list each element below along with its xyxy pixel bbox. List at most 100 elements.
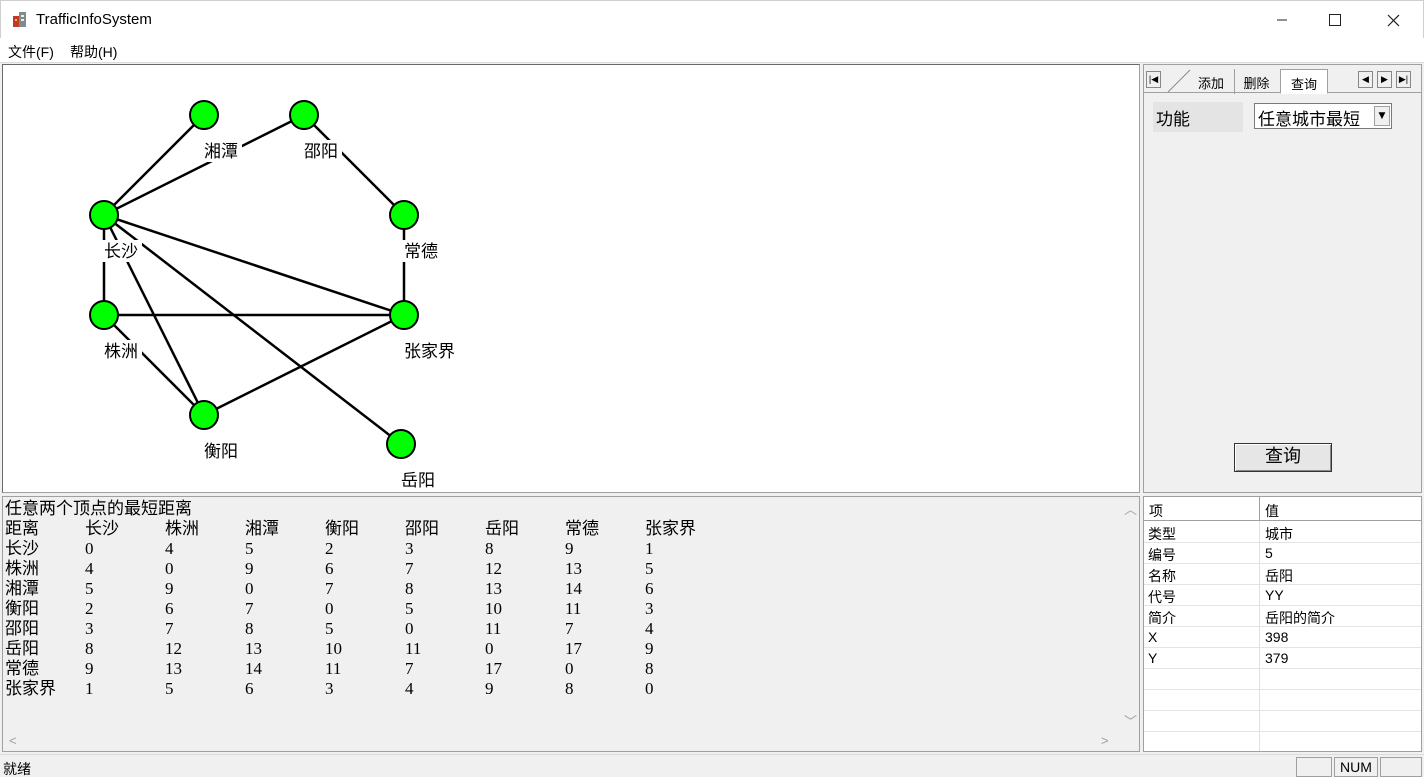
property-value[interactable]: 城市 <box>1265 524 1293 544</box>
scroll-up-icon[interactable]: ︿ <box>1124 499 1137 518</box>
window-title: TrafficInfoSystem <box>36 11 152 28</box>
row-label: 株洲 <box>5 559 39 579</box>
city-graph[interactable]: 湘潭 邵阳 长沙 常德 株洲 张家界 衡阳 岳阳 <box>3 65 1139 492</box>
node-changde[interactable] <box>389 200 419 230</box>
distance-cell: 9 <box>165 579 174 598</box>
property-row[interactable]: Y 379 <box>1144 648 1421 669</box>
maximize-button[interactable] <box>1307 1 1363 39</box>
chevron-down-icon[interactable]: ▼ <box>1374 106 1390 126</box>
result-row: 长沙 0 4 5 2 3 8 9 1 <box>5 539 654 559</box>
distance-cell: 12 <box>485 559 502 578</box>
property-row[interactable]: 编号 5 <box>1144 543 1421 564</box>
result-row: 湘潭 5 9 0 7 8 13 14 6 <box>5 579 654 599</box>
node-zhuzhou[interactable] <box>89 300 119 330</box>
distance-cell: 17 <box>485 659 502 678</box>
property-value[interactable]: 岳阳的简介 <box>1265 608 1335 628</box>
property-key: X <box>1148 629 1158 645</box>
property-row[interactable]: 名称 岳阳 <box>1144 564 1421 585</box>
graph-nodes[interactable] <box>89 100 419 459</box>
node-zhangjiajie[interactable] <box>389 300 419 330</box>
tab-add[interactable]: 添加 <box>1190 69 1232 94</box>
property-row[interactable]: 代号 YY <box>1144 585 1421 606</box>
property-key: 类型 <box>1148 526 1176 542</box>
node-yueyang[interactable] <box>386 429 416 459</box>
tab-strip: |◀ 添加 删除 查询 ◀ ▶ ▶| <box>1144 67 1421 94</box>
distance-cell: 0 <box>245 579 254 598</box>
edge-xiangtan-changsha <box>103 114 205 216</box>
edge-hengyang-zhangjiajie <box>203 313 405 417</box>
node-label: 湘潭 <box>204 142 238 162</box>
function-select[interactable]: 任意城市最短 ▼ <box>1254 103 1392 129</box>
tab-first-button[interactable]: |◀ <box>1146 71 1161 88</box>
result-row: 张家界 1 5 6 3 4 9 8 0 <box>5 679 654 699</box>
property-value[interactable]: 岳阳 <box>1265 566 1293 586</box>
property-row[interactable]: 类型 城市 <box>1144 522 1421 543</box>
menu-help[interactable]: 帮助(H) <box>70 42 117 62</box>
scroll-down-icon[interactable]: ﹀ <box>1124 711 1137 730</box>
property-value[interactable]: 379 <box>1265 650 1288 666</box>
header-divider[interactable] <box>1259 497 1260 521</box>
distance-cell: 8 <box>245 619 254 638</box>
row-label: 衡阳 <box>5 599 39 619</box>
distance-cell: 5 <box>85 579 94 598</box>
distance-cell: 10 <box>325 639 342 658</box>
minimize-button[interactable] <box>1254 1 1310 39</box>
row-label: 常德 <box>5 659 39 679</box>
distance-cell: 0 <box>85 539 94 558</box>
row-label: 湘潭 <box>5 579 39 599</box>
distance-cell: 13 <box>245 639 262 658</box>
distance-cell: 张家界 <box>645 519 696 539</box>
distance-cell: 4 <box>165 539 174 558</box>
row-label: 张家界 <box>5 679 56 699</box>
property-value[interactable]: 5 <box>1265 545 1273 561</box>
status-indicator-scrl <box>1380 757 1422 777</box>
query-button[interactable]: 查询 <box>1234 443 1332 472</box>
result-row: 邵阳 3 7 8 5 0 11 7 4 <box>5 619 654 639</box>
distance-cell: 3 <box>645 599 654 618</box>
edge-changsha-zhangjiajie <box>103 213 405 317</box>
property-row[interactable]: 简介 岳阳的简介 <box>1144 606 1421 627</box>
tab-prev-button[interactable]: ◀ <box>1358 71 1373 88</box>
distance-cell: 8 <box>565 679 574 698</box>
result-row: 株洲 4 0 9 6 7 12 13 5 <box>5 559 654 579</box>
node-xiangtan[interactable] <box>189 100 219 130</box>
property-value[interactable]: 398 <box>1265 629 1288 645</box>
node-hengyang[interactable] <box>189 400 219 430</box>
result-output[interactable]: 任意两个顶点的最短距离 距离 长沙 株洲 湘潭 衡阳 邵阳 岳阳 常德 张家界 长沙 0 4 5 2 3 8 9… <box>2 496 1140 752</box>
row-label: 邵阳 <box>5 619 39 639</box>
tab-last-button[interactable]: ▶| <box>1396 71 1411 88</box>
property-value[interactable]: YY <box>1265 587 1284 603</box>
distance-cell: 9 <box>565 539 574 558</box>
tab-query[interactable]: 查询 <box>1280 69 1328 94</box>
scroll-left-icon[interactable]: < <box>9 733 17 748</box>
menu-file[interactable]: 文件(F) <box>8 42 54 62</box>
node-shaoyang[interactable] <box>289 100 319 130</box>
vertical-scrollbar[interactable]: ︿ ﹀ <box>1119 497 1139 735</box>
scroll-right-icon[interactable]: > <box>1101 733 1109 748</box>
property-grid: 项 值 类型 城市 编号 5 名称 岳阳 代号 YY 简介 岳阳的简介 X 398 Y 379 <box>1143 496 1422 752</box>
menu-bar: 文件(F) 帮助(H) <box>0 38 1424 63</box>
property-row[interactable] <box>1144 669 1421 690</box>
distance-cell: 3 <box>405 539 414 558</box>
distance-cell: 5 <box>645 559 654 578</box>
property-row[interactable] <box>1144 711 1421 732</box>
graph-view[interactable]: 湘潭 邵阳 长沙 常德 株洲 张家界 衡阳 岳阳 <box>2 64 1140 493</box>
horizontal-scrollbar[interactable]: < > <box>3 733 1121 751</box>
node-label: 衡阳 <box>204 442 238 462</box>
tab-next-button[interactable]: ▶ <box>1377 71 1392 88</box>
header-key: 项 <box>1149 503 1163 519</box>
node-label: 邵阳 <box>304 142 338 162</box>
distance-cell: 6 <box>165 599 174 618</box>
distance-cell: 7 <box>325 579 334 598</box>
property-row[interactable] <box>1144 690 1421 711</box>
close-button[interactable] <box>1365 1 1421 39</box>
distance-cell: 8 <box>485 539 494 558</box>
distance-cell: 株洲 <box>165 519 199 539</box>
node-changsha[interactable] <box>89 200 119 230</box>
minimize-icon <box>1277 19 1287 21</box>
property-row[interactable]: X 398 <box>1144 627 1421 648</box>
distance-cell: 6 <box>325 559 334 578</box>
function-select-value: 任意城市最短 <box>1258 110 1360 129</box>
tab-delete[interactable]: 删除 <box>1234 69 1278 94</box>
distance-cell: 4 <box>405 679 414 698</box>
